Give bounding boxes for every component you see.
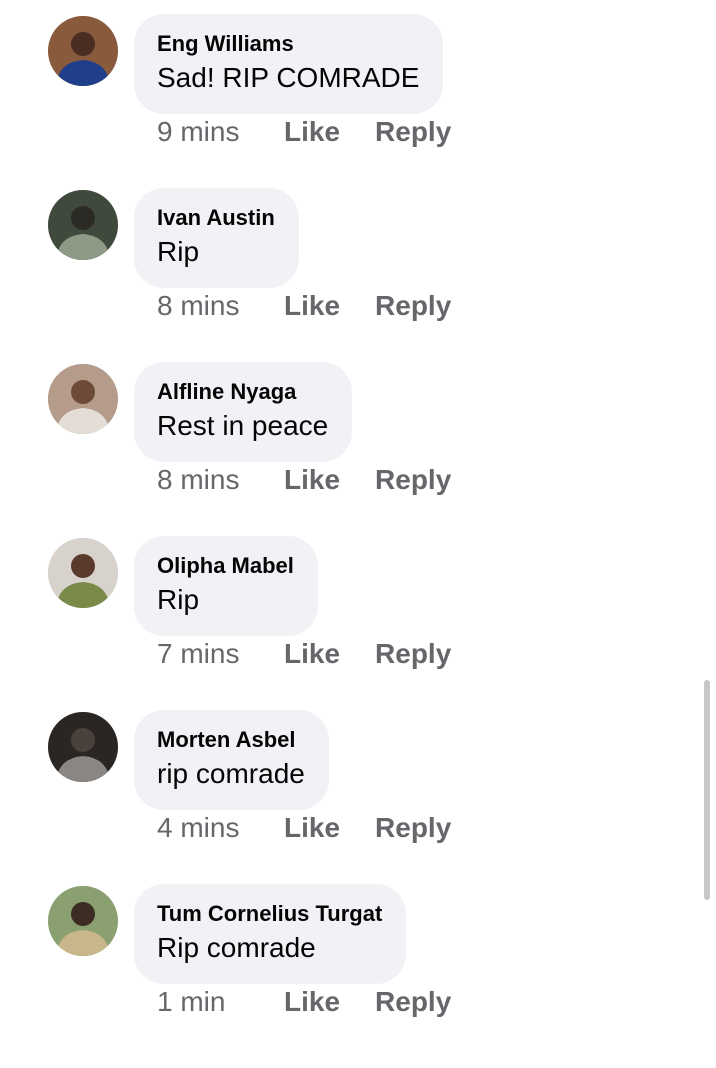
comment-author[interactable]: Eng Williams (157, 30, 419, 58)
reply-button[interactable]: Reply (375, 812, 451, 844)
comment-text: rip comrade (157, 758, 305, 789)
comment-time[interactable]: 8 mins (157, 464, 239, 496)
comment-author[interactable]: Morten Asbel (157, 726, 305, 754)
scrollbar[interactable] (704, 680, 710, 900)
comment: Olipha Mabel Rip 7 mins Like Reply (0, 522, 716, 696)
reply-button[interactable]: Reply (375, 464, 451, 496)
comment-actions: 4 mins Like Reply (157, 808, 451, 848)
comment-author[interactable]: Alfline Nyaga (157, 378, 328, 406)
comment-time[interactable]: 1 min (157, 986, 225, 1018)
comment-time[interactable]: 9 mins (157, 116, 239, 148)
comment-actions: 8 mins Like Reply (157, 460, 451, 500)
like-button[interactable]: Like (284, 986, 340, 1018)
comment-text: Rest in peace (157, 410, 329, 441)
comment-bubble[interactable]: Olipha Mabel Rip (134, 536, 318, 636)
comment-bubble[interactable]: Eng Williams Sad! RIP COMRADE (134, 14, 444, 114)
comment-bubble[interactable]: Tum Cornelius Turgat Rip comrade (134, 884, 407, 984)
comment-actions: 9 mins Like Reply (157, 112, 451, 152)
comment: Eng Williams Sad! RIP COMRADE 9 mins Lik… (0, 0, 716, 174)
avatar[interactable] (48, 886, 118, 956)
comment-author[interactable]: Tum Cornelius Turgat (157, 900, 382, 928)
comment-bubble[interactable]: Morten Asbel rip comrade (134, 710, 329, 810)
like-button[interactable]: Like (284, 464, 340, 496)
like-button[interactable]: Like (284, 638, 340, 670)
comment-actions: 1 min Like Reply (157, 982, 451, 1022)
reply-button[interactable]: Reply (375, 638, 451, 670)
reply-button[interactable]: Reply (375, 116, 451, 148)
comment-actions: 8 mins Like Reply (157, 286, 451, 326)
reply-button[interactable]: Reply (375, 986, 451, 1018)
avatar[interactable] (48, 538, 118, 608)
comment: Tum Cornelius Turgat Rip comrade 1 min L… (0, 870, 716, 1044)
comment-actions: 7 mins Like Reply (157, 634, 451, 674)
comment-author[interactable]: Olipha Mabel (157, 552, 294, 580)
avatar[interactable] (48, 190, 118, 260)
like-button[interactable]: Like (284, 812, 340, 844)
comment-text: Rip (157, 584, 200, 615)
like-button[interactable]: Like (284, 290, 340, 322)
comment-author[interactable]: Ivan Austin (157, 204, 275, 232)
comment: Alfline Nyaga Rest in peace 8 mins Like … (0, 348, 716, 522)
comment-time[interactable]: 7 mins (157, 638, 239, 670)
avatar[interactable] (48, 712, 118, 782)
comment-text: Rip comrade (157, 932, 316, 963)
like-button[interactable]: Like (284, 116, 340, 148)
comment-text: Rip (157, 236, 200, 267)
avatar[interactable] (48, 16, 118, 86)
comment-time[interactable]: 4 mins (157, 812, 239, 844)
reply-button[interactable]: Reply (375, 290, 451, 322)
comment-text: Sad! RIP COMRADE (157, 62, 420, 93)
comment: Ivan Austin Rip 8 mins Like Reply (0, 174, 716, 348)
comment-bubble[interactable]: Ivan Austin Rip (134, 188, 299, 288)
comment: Morten Asbel rip comrade 4 mins Like Rep… (0, 696, 716, 870)
avatar[interactable] (48, 364, 118, 434)
comment-time[interactable]: 8 mins (157, 290, 239, 322)
comment-bubble[interactable]: Alfline Nyaga Rest in peace (134, 362, 353, 462)
